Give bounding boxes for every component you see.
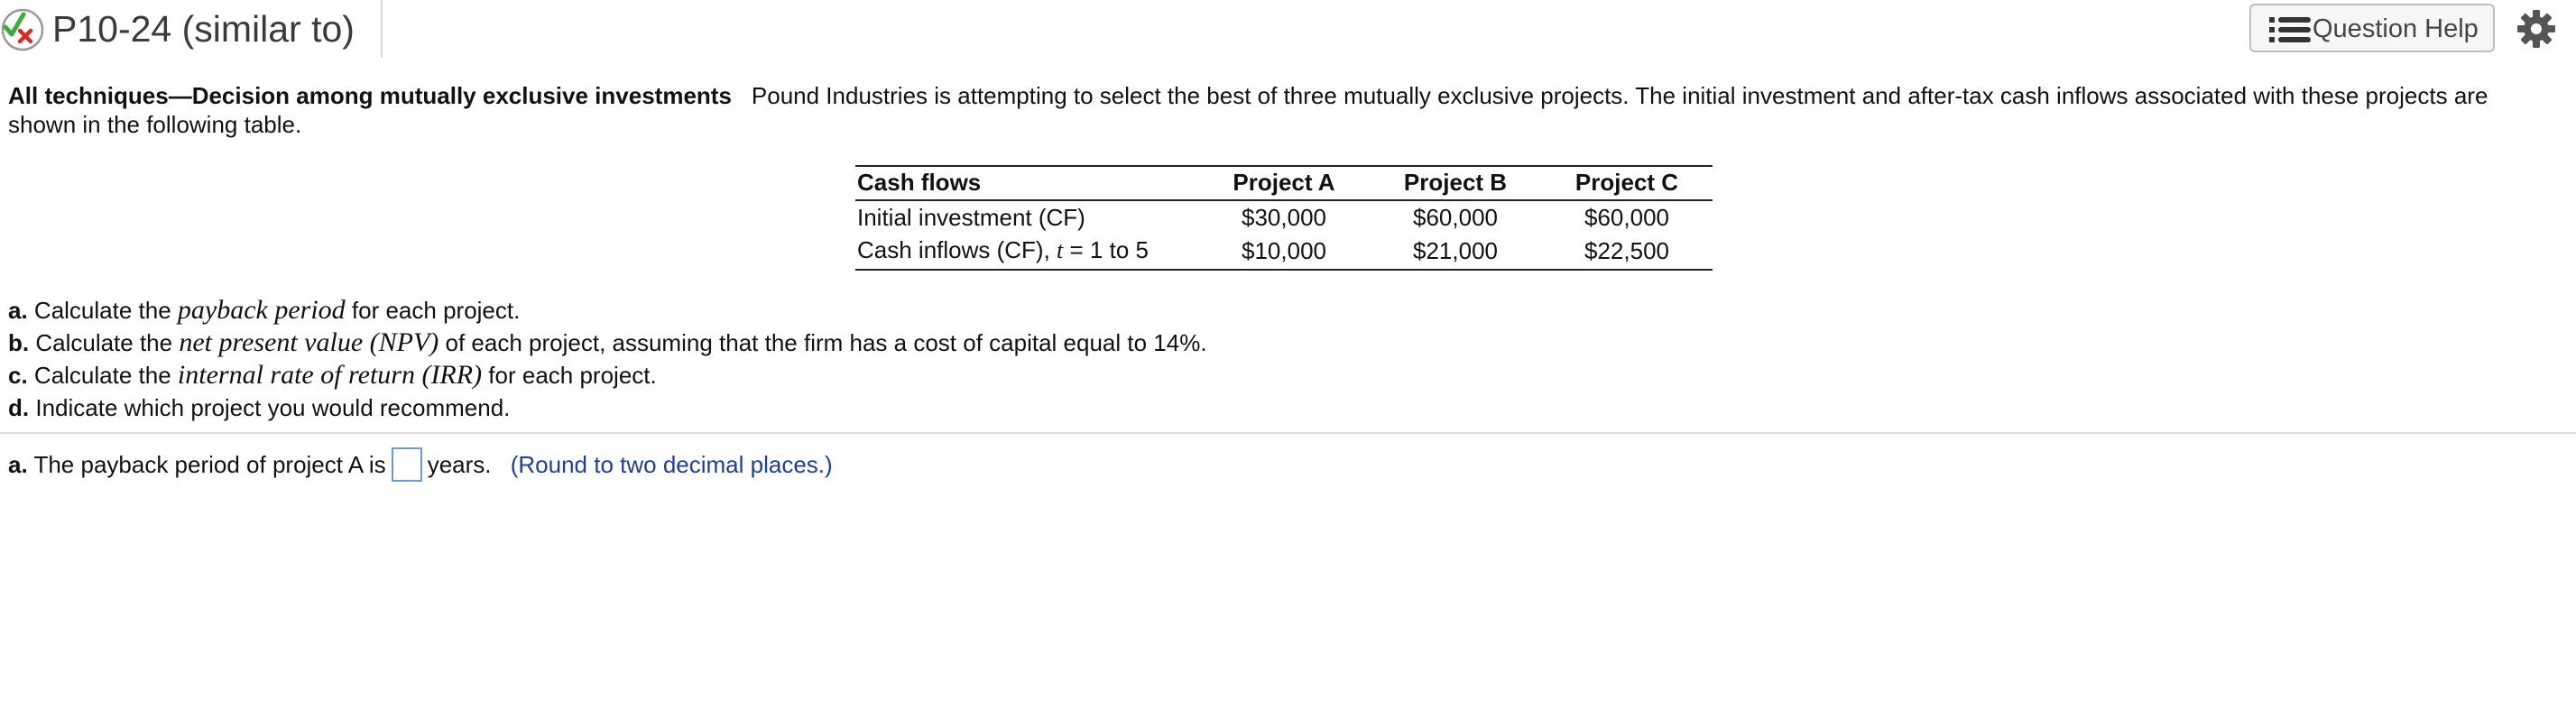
table-row: Cash inflows (CF), t = 1 to 5 $10,000 $2… — [855, 234, 1713, 271]
table-cell: $60,000 — [1413, 204, 1498, 231]
gear-icon[interactable] — [2516, 9, 2556, 49]
rounding-hint: (Round to two decimal places.) — [510, 451, 833, 478]
payback-answer-input[interactable] — [391, 447, 422, 483]
table-header-row: Cash flows Project A Project B Project C — [855, 165, 1713, 201]
answer-row: a. The payback period of project A is yea… — [8, 444, 833, 485]
part-b: b. Calculate the net present value (NPV)… — [8, 327, 1207, 357]
table-cell: $22,500 — [1541, 234, 1713, 271]
answer-label: a. — [8, 451, 28, 478]
question-help-button[interactable]: Question Help — [2249, 4, 2495, 52]
table-cell: $30,000 — [1242, 204, 1326, 231]
section-divider — [0, 432, 2576, 434]
table-row-label: Cash inflows (CF), t = 1 to 5 — [855, 234, 1198, 271]
page-title: P10-24 (similar to) — [52, 8, 355, 50]
table-header-cell: Project B — [1370, 165, 1541, 201]
problem-statement: All techniques—Decision among mutually e… — [8, 81, 2534, 139]
table-row: Initial investment (CF) $30,000 $60,000 … — [855, 200, 1713, 234]
question-help-label: Question Help — [2313, 14, 2479, 43]
part-a: a. Calculate the payback period for each… — [8, 295, 521, 325]
cash-flow-table: Cash flows Project A Project B Project C… — [855, 165, 1713, 271]
check-cross-icon — [1, 8, 44, 51]
title-divider — [381, 0, 383, 58]
table-cell: $21,000 — [1370, 234, 1541, 271]
list-icon — [2269, 17, 2311, 42]
answer-unit: years. — [427, 451, 492, 478]
header: P10-24 (similar to) Question Help — [0, 0, 2576, 58]
part-d: d. Indicate which project you would reco… — [8, 394, 511, 421]
part-c: c. Calculate the internal rate of return… — [8, 360, 657, 390]
problem-heading: All techniques—Decision among mutually e… — [8, 82, 732, 109]
table-header-cell: Project A — [1198, 165, 1370, 201]
table-header-cell: Project C — [1541, 165, 1713, 201]
question-parts: a. Calculate the payback period for each… — [8, 294, 1207, 424]
table-cell: $10,000 — [1198, 234, 1370, 271]
table-row-label: Initial investment (CF) — [857, 204, 1085, 231]
table-header-cell: Cash flows — [855, 165, 1198, 201]
answer-prompt: The payback period of project A is — [33, 451, 386, 478]
table-cell: $60,000 — [1584, 204, 1669, 231]
